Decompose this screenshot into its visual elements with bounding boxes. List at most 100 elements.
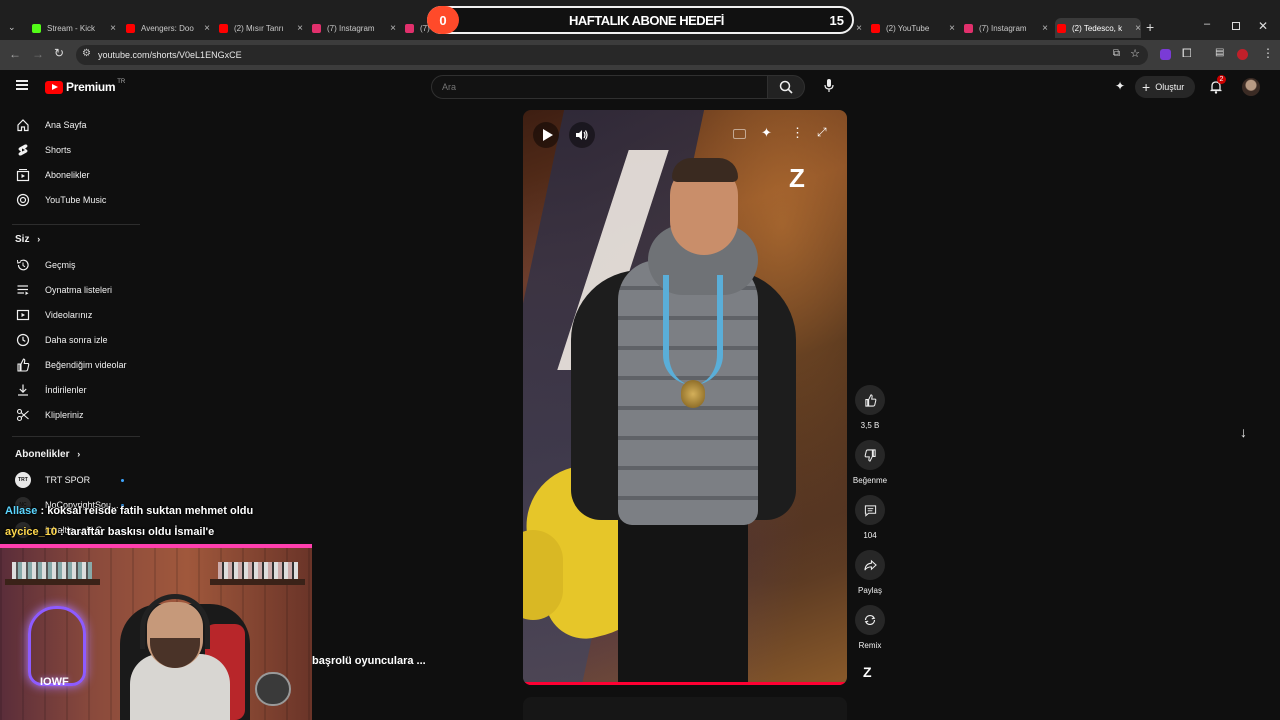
- sidebar-item-label: Abonelikler: [45, 170, 90, 180]
- site-info-icon[interactable]: ⚙: [82, 48, 91, 59]
- sidebar-item-playlist[interactable]: Oynatma listeleri: [0, 278, 140, 302]
- browser-tab[interactable]: (2) YouTube ×: [869, 18, 955, 38]
- maximize-icon[interactable]: [1232, 22, 1240, 30]
- sub-goal-overlay: 0 HAFTALIK ABONE HEDEFİ 15: [427, 6, 854, 34]
- search-button[interactable]: [767, 75, 805, 99]
- subscription-channel[interactable]: TRT TRT SPOR: [0, 468, 140, 492]
- sub-goal-target: 15: [829, 13, 844, 28]
- music-icon: [15, 192, 31, 208]
- sidebar-item-label: Geçmiş: [45, 260, 76, 270]
- sidebar-item-history[interactable]: Geçmiş: [0, 253, 140, 277]
- close-window-icon[interactable]: ✕: [1258, 19, 1268, 33]
- tab-close-icon[interactable]: ×: [1042, 23, 1048, 34]
- shorts-player[interactable]: ✦ ⋮ ⤢ Z: [523, 110, 847, 685]
- subscriptions-section-title: Abonelikler: [15, 449, 70, 460]
- channel-avatar: TRT: [15, 472, 31, 488]
- like-button[interactable]: 3,5 B: [854, 385, 886, 430]
- tab-close-icon[interactable]: ×: [949, 23, 955, 34]
- reload-icon[interactable]: ↻: [54, 46, 64, 60]
- chat-username: aycice_10: [5, 526, 57, 538]
- captions-icon[interactable]: [733, 129, 746, 139]
- tab-close-icon[interactable]: ×: [1135, 23, 1141, 34]
- sidebar-item-watch-later[interactable]: Daha sonra izle: [0, 328, 140, 352]
- download-icon: [15, 382, 31, 398]
- remix-icon: [864, 614, 876, 626]
- ai-sparkle-icon[interactable]: ✦: [1115, 79, 1125, 93]
- sidebar-item-label: Daha sonra izle: [45, 335, 108, 345]
- progress-bar[interactable]: [523, 682, 847, 685]
- webcam-pink-led: [0, 544, 312, 548]
- volume-button[interactable]: [569, 122, 595, 148]
- minimize-icon[interactable]: –: [1204, 18, 1210, 30]
- sidebar-item-download[interactable]: İndirilenler: [0, 378, 140, 402]
- search-input[interactable]: [442, 80, 742, 94]
- sidebar-item-music[interactable]: YouTube Music: [0, 188, 140, 212]
- tab-close-icon[interactable]: ×: [297, 23, 303, 34]
- subscriptions-section-header[interactable]: Abonelikler ›: [15, 449, 80, 460]
- create-button[interactable]: + Oluştur: [1135, 76, 1195, 98]
- channel-avatar-mark[interactable]: Z: [863, 664, 872, 680]
- tab-close-icon[interactable]: ×: [390, 23, 396, 34]
- chevron-right-icon: ›: [77, 449, 81, 459]
- sub-goal-title: HAFTALIK ABONE HEDEFİ: [569, 13, 724, 28]
- tab-label: (2) Tedesco, k: [1072, 23, 1123, 33]
- account-avatar[interactable]: [1242, 78, 1260, 96]
- next-short-arrow-icon[interactable]: ↓: [1240, 424, 1247, 440]
- browser-tab[interactable]: (7) Instagram ×: [962, 18, 1048, 38]
- tab-list-chevron-icon[interactable]: ⌄: [8, 22, 16, 33]
- comment-icon: [864, 504, 876, 517]
- forward-arrow-icon[interactable]: →: [32, 47, 44, 61]
- remix-button[interactable]: Remix: [854, 605, 886, 650]
- sub-goal-current-badge: 0: [427, 6, 459, 34]
- browser-tab[interactable]: (2) Mısır Tanrı ×: [217, 18, 303, 38]
- youtube-logo[interactable]: Premium TR: [45, 79, 125, 94]
- address-bar[interactable]: ⚙ youtube.com/shorts/V0eL1ENGxCE ⧉ ☆: [76, 45, 1148, 65]
- sidebar-item-shorts[interactable]: Shorts: [0, 138, 140, 162]
- extensions-puzzle-icon[interactable]: ⧠: [1182, 46, 1192, 61]
- browser-tab[interactable]: Stream - Kick ×: [30, 18, 116, 38]
- play-button[interactable]: [533, 122, 559, 148]
- more-options-icon[interactable]: ⋮: [791, 125, 804, 141]
- sidebar-item-clips[interactable]: Klipleriniz: [0, 403, 140, 427]
- yellow-fan-blob-2: [523, 530, 563, 620]
- tab-favicon-icon: [312, 23, 321, 33]
- person-legs: [618, 505, 748, 685]
- sidebar-item-label: Klipleriniz: [45, 410, 84, 420]
- comments-button[interactable]: 104: [854, 495, 886, 540]
- share-icon: [863, 559, 877, 570]
- fullscreen-icon[interactable]: ⤢: [817, 125, 827, 140]
- extension-purple-icon[interactable]: [1160, 49, 1171, 60]
- sidebar-item-like[interactable]: Beğendiğim videolar: [0, 353, 140, 377]
- webcam-shelf: [5, 579, 100, 585]
- medal: [681, 380, 705, 408]
- sidebar-item-your-videos[interactable]: Videolarınız: [0, 303, 140, 327]
- guide-menu-icon[interactable]: [16, 80, 28, 90]
- reading-list-icon[interactable]: ▤: [1215, 47, 1224, 58]
- you-section-header[interactable]: Siz ›: [15, 234, 40, 245]
- sparkle-icon[interactable]: ✦: [761, 125, 772, 141]
- notifications-button[interactable]: 2: [1207, 75, 1227, 98]
- sidebar-item-home[interactable]: Ana Sayfa: [0, 113, 140, 137]
- tab-close-icon[interactable]: ×: [204, 23, 210, 34]
- chat-text: : taraftar baskısı oldu İsmail'e: [57, 526, 215, 538]
- new-tab-button[interactable]: +: [1146, 19, 1154, 35]
- like-circle: [855, 385, 885, 415]
- chat-message: aycice_10 : taraftar baskısı oldu İsmail…: [5, 526, 214, 538]
- dislike-button[interactable]: Beğenme: [853, 440, 887, 485]
- browser-toolbar: ← → ↻ ⚙ youtube.com/shorts/V0eL1ENGxCE ⧉…: [0, 40, 1280, 70]
- tab-label: Stream - Kick: [47, 23, 96, 33]
- share-button[interactable]: Paylaş: [854, 550, 886, 595]
- browser-tab[interactable]: (2) Tedesco, k ×: [1055, 18, 1141, 38]
- tab-close-icon[interactable]: ×: [856, 23, 862, 34]
- voice-search-button[interactable]: [818, 75, 840, 97]
- browser-tab[interactable]: (7) Instagram ×: [310, 18, 396, 38]
- search-box[interactable]: [431, 75, 768, 99]
- sidebar-item-subscriptions[interactable]: Abonelikler: [0, 163, 140, 187]
- browser-tab[interactable]: Avengers: Doo ×: [124, 18, 210, 38]
- back-arrow-icon[interactable]: ←: [9, 47, 21, 61]
- profile-record-icon[interactable]: [1237, 49, 1248, 60]
- browser-menu-icon[interactable]: ⋮: [1262, 46, 1274, 60]
- bookmark-star-icon[interactable]: ☆: [1130, 47, 1140, 60]
- tab-close-icon[interactable]: ×: [110, 23, 116, 34]
- install-app-icon[interactable]: ⧉: [1113, 48, 1120, 59]
